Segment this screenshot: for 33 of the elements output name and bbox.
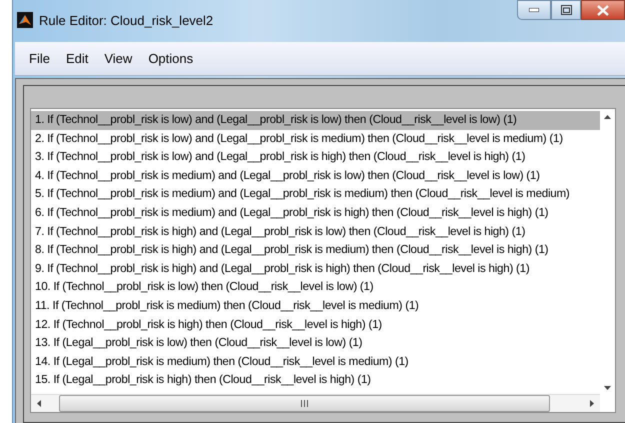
window-title: Rule Editor: Cloud_risk_level2 — [39, 12, 214, 28]
rule-item[interactable]: 5. If (Technol__probl_risk is medium) and (Legal__probl_risk is medium) then (Cloud__risk__level is medium) — [31, 185, 600, 204]
rule-item[interactable]: 4. If (Technol__probl_risk is medium) and (Legal__probl_risk is low) then (Cloud__risk__level is low) (1) — [31, 166, 600, 186]
scroll-left-icon[interactable] — [37, 400, 41, 407]
maximize-button[interactable] — [551, 0, 581, 20]
rule-item[interactable]: 14. If (Legal__probl_risk is medium) then (Cloud__risk__level is medium) (1) — [31, 352, 600, 372]
menu-item[interactable]: File — [21, 51, 58, 66]
rule-item[interactable]: 13. If (Legal__probl_risk is low) then (Cloud__risk__level is low) (1) — [31, 334, 600, 353]
rule-item[interactable]: 15. If (Legal__probl_risk is high) then (Cloud__risk__level is high) (1) — [31, 371, 600, 390]
minimize-icon — [529, 8, 539, 12]
rule-item[interactable]: 9. If (Technol__probl_risk is high) and (Legal__probl_risk is high) then (Cloud__risk__level is high) (1) — [31, 260, 600, 278]
menu-item[interactable]: View — [96, 51, 140, 66]
rule-item[interactable]: 1. If (Technol__probl_risk is low) and (Legal__probl_risk is low) then (Cloud__risk__level is low) (1) — [31, 111, 600, 130]
rule-item[interactable]: 7. If (Technol__probl_risk is high) and (Legal__probl_risk is low) then (Cloud__risk__level is high) (1) — [31, 222, 600, 242]
scroll-up-icon[interactable] — [604, 115, 611, 119]
maximize-icon — [560, 5, 572, 15]
minimize-button[interactable] — [517, 0, 551, 20]
close-icon — [597, 4, 609, 16]
rule-item[interactable]: 11. If (Technol__probl_risk is medium) then (Cloud__risk__level is medium) (1) — [31, 296, 600, 316]
menu-item[interactable]: Edit — [58, 51, 96, 66]
rule-item[interactable]: 2. If (Technol__probl_risk is low) and (Legal__probl_risk is medium) then (Cloud__risk__level is medium) (1) — [31, 130, 600, 148]
rule-item[interactable]: 6. If (Technol__probl_risk is medium) and (Legal__probl_risk is high) then (Cloud__risk__level is high) (1) — [31, 204, 600, 223]
close-button[interactable] — [581, 0, 625, 20]
rule-item[interactable]: 8. If (Technol__probl_risk is high) and (Legal__probl_risk is medium) then (Cloud__risk__level is high) (1) — [31, 241, 600, 260]
rule-item[interactable]: 12. If (Technol__probl_risk is high) then (Cloud__risk__level is high) (1) — [31, 316, 600, 334]
scrollbar-thumb[interactable] — [59, 395, 550, 412]
rule-item[interactable]: 10. If (Technol__probl_risk is low) then (Cloud__risk__level is low) (1) — [31, 278, 600, 297]
rule-item[interactable]: 3. If (Technol__probl_risk is low) and (Legal__probl_risk is high) then (Cloud__risk__level is high) (1) — [31, 148, 600, 167]
scroll-down-icon[interactable] — [604, 386, 611, 390]
grip-icon — [301, 400, 308, 407]
scroll-right-icon[interactable] — [590, 400, 594, 407]
menu-item[interactable]: Options — [140, 51, 202, 66]
app-icon — [17, 12, 33, 28]
